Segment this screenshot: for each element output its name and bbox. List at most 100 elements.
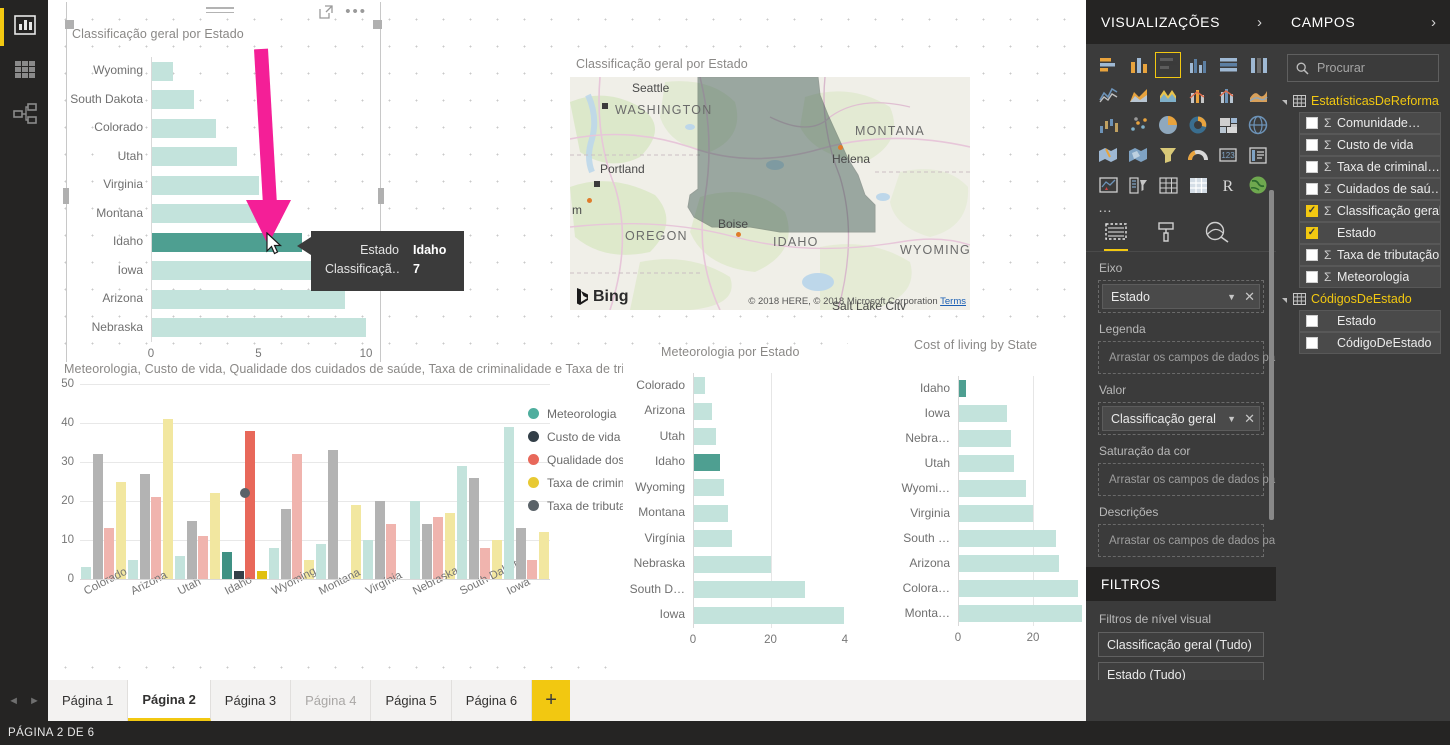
field-item[interactable]: Estado [1299,310,1441,332]
column-bar[interactable] [316,543,327,579]
column-bar[interactable] [175,555,186,579]
column-bar[interactable] [527,559,538,579]
bar[interactable] [693,479,724,497]
bar[interactable] [151,318,366,338]
remove-field-icon[interactable]: ✕ [1244,411,1255,427]
column-bar[interactable] [515,528,526,579]
data-view-button[interactable] [10,54,40,84]
bar[interactable] [958,555,1060,572]
field-item[interactable]: Σ Taxa de tributação [1299,244,1441,266]
column-bar[interactable] [222,551,233,579]
bar[interactable] [151,118,216,138]
tax-rate-marker[interactable] [239,488,250,499]
line-clustered-column-icon[interactable] [1215,82,1241,108]
column-bar[interactable] [92,454,103,579]
field-item[interactable]: ✓ Estado [1299,222,1441,244]
column-bar[interactable] [128,559,139,579]
more-visuals-icon[interactable]: … [1086,198,1276,215]
bar[interactable] [693,402,713,420]
page-tab[interactable]: Página 5 [371,680,452,721]
field-checkbox[interactable]: ✓ [1306,227,1318,239]
chevron-down-icon[interactable]: ▼ [1227,292,1236,302]
bar[interactable] [958,480,1026,497]
column-bar[interactable] [327,450,338,579]
column-bar[interactable] [374,501,385,579]
fields-tree[interactable]: EstatísticasDeReforma Σ Comunidade… Σ Custo … [1276,90,1450,354]
bar[interactable] [151,175,259,195]
visual-pane-tabs[interactable] [1086,215,1276,252]
table-icon[interactable] [1155,172,1181,198]
bar[interactable] [958,530,1056,547]
field-well-0[interactable]: Estado ▼ ✕ [1098,280,1264,313]
map-icon[interactable] [1245,112,1271,138]
visual-meteorologia-bar[interactable]: Meteorologia por Estado Colorado Arizona U… [623,345,873,675]
column-bar[interactable] [468,477,479,579]
column-bar[interactable] [280,508,291,579]
field-item[interactable]: ✓ Σ Classificação geral [1299,200,1441,222]
remove-field-icon[interactable]: ✕ [1244,289,1255,305]
pie-chart-icon[interactable] [1155,112,1181,138]
card-icon[interactable]: 123 [1215,142,1241,168]
field-well-1[interactable]: Arrastar os campos de dados para aqui [1098,341,1310,374]
page-tab[interactable]: Página 2 [128,680,211,721]
line-chart-icon[interactable] [1095,82,1121,108]
bar[interactable] [693,581,806,599]
page-tab[interactable]: Página 6 [451,680,533,721]
field-item[interactable]: Σ Meteorologia [1299,266,1441,288]
100-stacked-bar-chart-icon[interactable] [1215,52,1241,78]
stacked-bar-chart-icon[interactable] [1095,52,1121,78]
field-checkbox[interactable] [1306,183,1318,195]
page-tab[interactable]: Página 1 [48,680,129,721]
column-bar[interactable] [256,571,267,579]
column-bar[interactable] [269,547,280,579]
arcgis-maps-icon[interactable] [1245,172,1271,198]
expand-collapse-icon[interactable] [1282,297,1287,303]
page-nav-arrows[interactable]: ◄ ► [0,680,48,721]
visual-map-classificacao[interactable]: Classificação geral por Estado Seattle W… [568,55,973,315]
bar[interactable] [958,405,1007,422]
column-bar[interactable] [209,493,220,579]
bar[interactable] [151,204,280,224]
column-bar[interactable] [457,465,468,579]
table-node[interactable]: CódigosDeEstado [1276,288,1450,310]
column-bar[interactable] [81,567,92,579]
chevron-down-icon[interactable]: ▼ [1227,414,1236,424]
field-checkbox[interactable] [1306,117,1318,129]
page-tabs[interactable]: Página 1 Página 2 Página 3 Página 4 Página 5… [48,680,533,721]
column-bar[interactable] [504,426,515,579]
bar[interactable] [693,377,705,395]
scatter-chart-icon[interactable] [1125,112,1151,138]
map-terms-link[interactable]: Terms [940,296,966,307]
field-checkbox[interactable] [1306,139,1318,151]
treemap-icon[interactable] [1215,112,1241,138]
field-checkbox[interactable] [1306,249,1318,261]
multi-row-card-icon[interactable] [1245,142,1271,168]
field-checkbox[interactable] [1306,161,1318,173]
slicer-icon[interactable] [1125,172,1151,198]
clustered-column-chart-icon[interactable] [1185,52,1211,78]
fields-search-box[interactable]: Procurar [1287,54,1439,82]
column-bar[interactable] [151,497,162,579]
field-checkbox[interactable] [1306,337,1318,349]
gauge-icon[interactable] [1185,142,1211,168]
bar[interactable] [958,380,966,397]
area-chart-icon[interactable] [1125,82,1151,108]
visual-multi-metric-columns[interactable]: Meteorologia, Custo de vida, Qualidade d… [50,362,734,652]
collapse-visualizations-icon[interactable]: › [1257,14,1262,31]
funnel-icon[interactable] [1155,142,1181,168]
drag-handle-icon[interactable] [206,7,234,16]
column-bar[interactable] [410,501,421,579]
field-checkbox[interactable] [1306,271,1318,283]
fields-tab[interactable] [1104,221,1128,251]
bar[interactable] [958,455,1015,472]
column-bar[interactable] [538,532,549,579]
bar[interactable] [958,430,1011,447]
bar[interactable] [958,580,1078,597]
report-view-button[interactable] [10,10,40,40]
column-bar[interactable] [363,540,374,579]
column-bar[interactable] [421,524,432,579]
column-bar[interactable] [186,520,197,579]
field-checkbox[interactable] [1306,315,1318,327]
matrix-icon[interactable] [1185,172,1211,198]
relationships-view-button[interactable] [10,98,40,128]
